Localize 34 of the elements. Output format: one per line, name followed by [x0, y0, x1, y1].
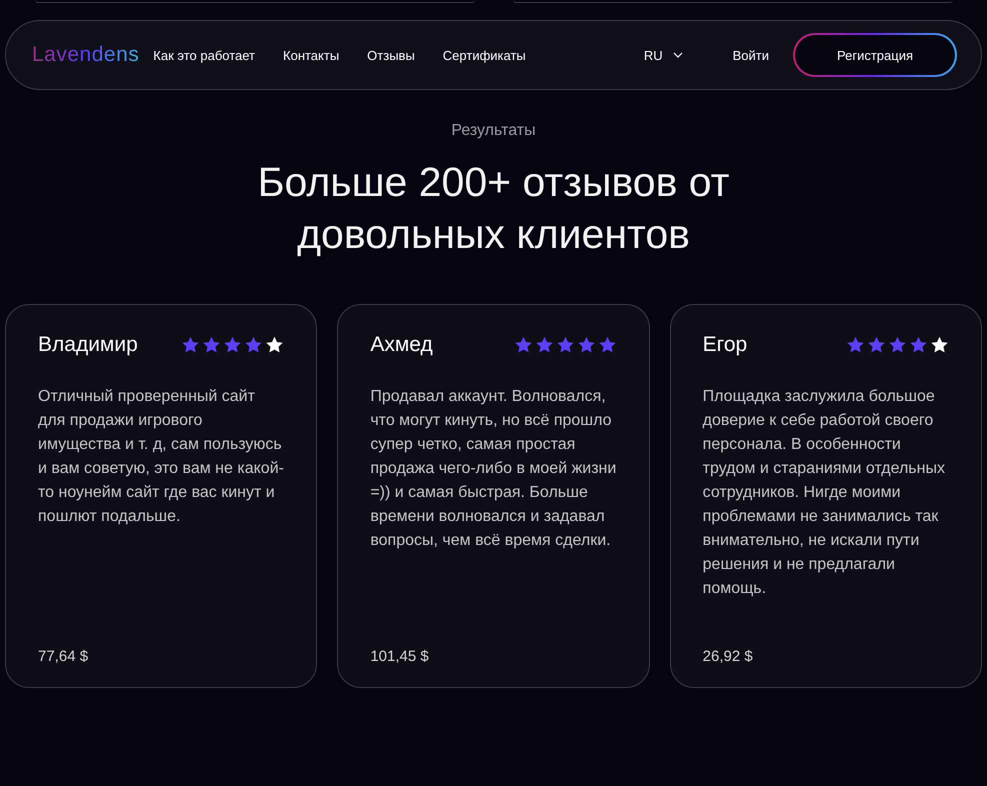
nav-link[interactable]: Контакты	[283, 48, 340, 62]
reviewer-name: Егор	[702, 333, 748, 357]
nav-link[interactable]: Отзывы	[367, 48, 415, 62]
reviewer-name: Ахмед	[370, 333, 433, 357]
nav-link[interactable]: Сертификаты	[442, 48, 526, 62]
register-button[interactable]: Регистрация	[793, 33, 957, 77]
star-icon	[181, 336, 200, 354]
review-amount: 26,92 $	[702, 648, 754, 665]
star-icon	[514, 336, 533, 354]
star-icon	[202, 336, 222, 354]
chevron-down-icon	[672, 52, 683, 58]
star-icon	[576, 336, 596, 354]
language-selector[interactable]: RU	[644, 48, 683, 62]
review-amount: 77,64 $	[38, 648, 90, 665]
star-icon	[534, 336, 554, 354]
star-icon	[223, 336, 242, 354]
section-title: Больше 200+ отзывов от довольных клиентов	[256, 158, 730, 259]
section-eyebrow: Результаты	[450, 122, 537, 140]
star-icon	[930, 336, 949, 354]
star-icon	[598, 336, 617, 354]
star-icon	[846, 336, 865, 354]
review-text: Отличный проверенный сайт для продажи игрового имущества и т. д, сам пользуюсь и вам советую, это вам не какой-то ноунейм сайт где вас кинут и пошлют подальше.	[38, 387, 284, 527]
review-amount: 101,45 $	[370, 648, 430, 665]
star-icon	[556, 336, 575, 354]
star-icon	[866, 336, 886, 354]
star-icon	[888, 336, 907, 354]
login-link[interactable]: Войти	[732, 48, 769, 62]
review-text: Площадка заслужила большое доверие к себе работой своего персонала. В особенности трудом и стараниями отдельных сотрудников. Нигде моими проблемами не занимались так внимательно, не искали пути решения и не предлагали помощь.	[702, 387, 946, 599]
reviewer-name: Владимир	[38, 333, 138, 357]
star-icon	[908, 336, 928, 354]
nav-link[interactable]: Как это работает	[153, 48, 256, 62]
star-icon	[244, 336, 264, 354]
review-text: Продавал аккаунт. Волновался, что могут кинуть, но всё прошло супер четко, самая простая продажа чего-либо в моей жизни =)) и самая быстрая. Больше времени волновался и задавал вопросы, чем всё время сделки.	[370, 387, 617, 551]
star-icon	[265, 336, 284, 354]
